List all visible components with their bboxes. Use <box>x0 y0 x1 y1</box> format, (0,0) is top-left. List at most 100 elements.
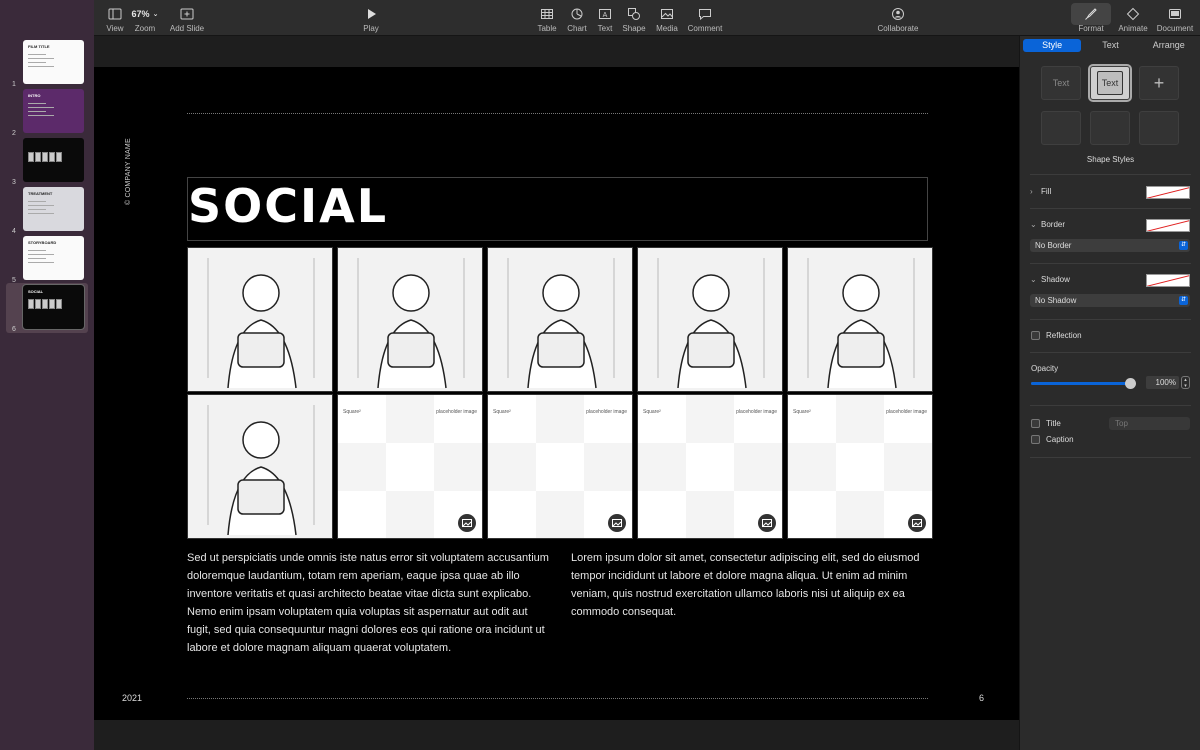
chevron-down-icon: ⌄ <box>152 11 159 18</box>
tab-arrange[interactable]: Arrange <box>1140 39 1198 52</box>
slide-thumbnail-row[interactable]: 6 SOCIAL <box>6 283 88 333</box>
tab-style[interactable]: Style <box>1023 39 1082 52</box>
chart-button[interactable]: Chart <box>564 0 590 36</box>
thumbnail-text-line <box>28 262 54 263</box>
border-style-select[interactable]: No Border ⇵ <box>1030 239 1190 252</box>
caption-checkbox[interactable] <box>1031 435 1040 444</box>
storyboard-sketch[interactable] <box>337 247 483 392</box>
storyboard-sketch[interactable] <box>187 247 333 392</box>
add-style-button[interactable]: + <box>1139 66 1179 100</box>
media-icon[interactable] <box>758 514 776 532</box>
tab-text[interactable]: Text <box>1081 39 1139 52</box>
slide-thumbnail-row[interactable]: 5 STORYBOARD <box>0 234 94 284</box>
slide-thumbnail[interactable]: INTRO <box>23 89 84 133</box>
thumbnail-text-line <box>28 111 46 112</box>
text-label: Text <box>597 24 613 33</box>
shape-styles-label: Shape Styles <box>1086 155 1135 164</box>
placeholder-image[interactable]: Square² placeholder image <box>487 394 633 539</box>
slide-thumbnail[interactable] <box>23 138 84 182</box>
opacity-field[interactable]: 100% <box>1146 376 1179 389</box>
storyboard-sketch[interactable] <box>787 247 933 392</box>
storyboard-sketch[interactable] <box>637 247 783 392</box>
format-button[interactable]: Format <box>1070 0 1112 36</box>
company-name[interactable]: © COMPANY NAME <box>125 138 132 205</box>
slide[interactable]: © COMPANY NAME SOCIAL Square² placeholder… <box>94 67 1019 720</box>
shape-style-text-plain[interactable]: Text <box>1041 66 1081 100</box>
placeholder-image[interactable]: Square² placeholder image <box>337 394 483 539</box>
shape-button[interactable]: Shape <box>620 0 648 36</box>
shadow-label[interactable]: Shadow <box>1041 275 1070 284</box>
slide-thumbnail-row[interactable]: 4 TREATMENT <box>0 185 94 235</box>
thumbnail-text-line <box>28 62 46 63</box>
storyboard-sketch[interactable] <box>487 247 633 392</box>
title-box[interactable]: SOCIAL <box>187 177 928 241</box>
sketch-illustration <box>807 258 915 389</box>
shadow-color-well[interactable] <box>1146 274 1190 287</box>
opacity-slider[interactable] <box>1031 378 1136 389</box>
opacity-stepper[interactable]: ▴ ▾ <box>1181 376 1190 389</box>
chevron-down-icon[interactable]: ⌄ <box>1030 275 1037 284</box>
slide-thumbnail-row[interactable]: 1 FILM TITLE <box>0 38 94 88</box>
storyboard-sketch[interactable] <box>187 394 333 539</box>
chevron-right-icon[interactable]: › <box>1030 187 1033 196</box>
text-button[interactable]: A Text <box>592 0 618 36</box>
slide-thumbnail-row[interactable]: 2 INTRO <box>0 87 94 137</box>
thumbnail-text-line <box>28 209 46 210</box>
table-button[interactable]: Table <box>534 0 560 36</box>
media-icon[interactable] <box>908 514 926 532</box>
slide-thumbnail[interactable]: SOCIAL <box>22 284 85 330</box>
border-label[interactable]: Border <box>1041 220 1065 229</box>
slide-thumbnail[interactable]: STORYBOARD <box>23 236 84 280</box>
title-position-select[interactable]: Top <box>1109 417 1190 430</box>
comment-button[interactable]: Comment <box>686 0 724 36</box>
placeholder-label: Square² <box>493 409 511 415</box>
slide-navigator[interactable]: 1 FILM TITLE 2 INTRO 3 4 TREATMENT 5 STORYBOARD 6… <box>0 0 94 750</box>
chart-label: Chart <box>567 24 587 33</box>
updown-icon: ⇵ <box>1179 296 1188 305</box>
border-color-well[interactable] <box>1146 219 1190 232</box>
shape-style-text-boxed[interactable]: Text <box>1088 64 1132 102</box>
shadow-style-select[interactable]: No Shadow ⇵ <box>1030 294 1190 307</box>
thumbnail-title: INTRO <box>28 93 41 98</box>
media-icon[interactable] <box>458 514 476 532</box>
placeholder-image[interactable]: Square² placeholder image <box>637 394 783 539</box>
slide-thumbnail[interactable]: TREATMENT <box>23 187 84 231</box>
divider <box>1030 352 1191 353</box>
sketch-illustration <box>207 405 315 536</box>
animate-button[interactable]: Animate <box>1116 0 1150 36</box>
view-button[interactable]: View <box>100 0 130 36</box>
placeholder-image[interactable]: Square² placeholder image <box>787 394 933 539</box>
paragraph-right[interactable]: Lorem ipsum dolor sit amet, consectetur … <box>571 549 929 621</box>
slide-thumbnail[interactable]: FILM TITLE <box>23 40 84 84</box>
chevron-down-icon[interactable]: ⌄ <box>1030 220 1037 229</box>
fill-color-well[interactable] <box>1146 186 1190 199</box>
slide-title[interactable]: SOCIAL <box>188 179 388 233</box>
paragraph-left[interactable]: Sed ut perspiciatis unde omnis iste natu… <box>187 549 551 657</box>
media-button[interactable]: Media <box>652 0 682 36</box>
collaborate-button[interactable]: Collaborate <box>877 0 919 36</box>
slide-number-label: 6 <box>12 326 16 333</box>
add-slide-button[interactable]: Add Slide <box>170 0 204 36</box>
opacity-label: Opacity <box>1031 364 1059 373</box>
chart-icon <box>565 3 589 25</box>
animate-label: Animate <box>1118 24 1148 33</box>
document-button[interactable]: Document <box>1154 0 1196 36</box>
media-icon[interactable] <box>608 514 626 532</box>
shape-style-5[interactable] <box>1090 111 1130 145</box>
shape-style-6[interactable] <box>1139 111 1179 145</box>
fill-label[interactable]: Fill <box>1041 187 1051 196</box>
opacity-slider-knob[interactable] <box>1125 378 1136 389</box>
zoom-button[interactable]: 67% ⌄ Zoom <box>128 0 162 36</box>
slide-thumbnail-row[interactable]: 3 <box>0 136 94 186</box>
toolbar: View 67% ⌄ Zoom Add Slide Play Table Char… <box>94 0 1200 36</box>
footer-year[interactable]: 2021 <box>122 693 142 703</box>
placeholder-caption: placeholder image <box>436 409 477 415</box>
title-checkbox[interactable] <box>1031 419 1040 428</box>
shape-style-4[interactable] <box>1041 111 1081 145</box>
play-button[interactable]: Play <box>356 0 386 36</box>
format-inspector: Style Text Arrange Text Text + Shape Sty… <box>1019 36 1200 750</box>
slide-canvas[interactable]: © COMPANY NAME SOCIAL Square² placeholder… <box>94 36 1019 750</box>
reflection-checkbox[interactable] <box>1031 331 1040 340</box>
inspector-tabs: Style Text Arrange <box>1023 39 1198 52</box>
divider <box>1030 208 1191 209</box>
